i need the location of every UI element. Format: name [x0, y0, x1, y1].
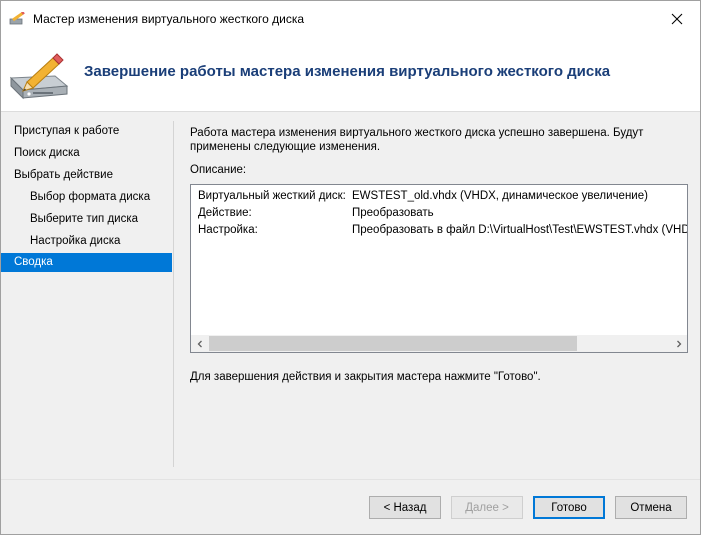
chevron-right-icon [676, 340, 681, 347]
window-title: Мастер изменения виртуального жесткого д… [33, 12, 305, 26]
summary-key: Виртуальный жесткий диск: [198, 190, 346, 202]
cancel-button[interactable]: Отмена [615, 496, 687, 519]
summary-row: Действие: Преобразовать [198, 207, 687, 223]
wizard-window: Мастер изменения виртуального жесткого д… [0, 0, 701, 535]
nav-item-choose-action[interactable]: Выбрать действие [1, 166, 172, 185]
footer-divider [1, 479, 700, 480]
nav-item-disk-type[interactable]: Выберите тип диска [1, 210, 172, 229]
summary-value: Преобразовать в файл D:\VirtualHost\Test… [352, 224, 688, 236]
summary-key: Действие: [198, 207, 252, 219]
nav-item-summary[interactable]: Сводка [1, 253, 172, 272]
nav-item-getting-started[interactable]: Приступая к работе [1, 122, 172, 141]
wizard-pencil-icon [9, 10, 25, 26]
nav-item-locate-disk[interactable]: Поиск диска [1, 144, 172, 163]
summary-row: Настройка: Преобразовать в файл D:\Virtu… [198, 224, 688, 240]
scroll-thumb[interactable] [209, 336, 577, 351]
description-label: Описание: [190, 164, 247, 176]
page-title: Завершение работы мастера изменения вирт… [84, 63, 611, 80]
summary-value: EWSTEST_old.vhdx (VHDX, динамическое уве… [352, 190, 648, 202]
chevron-left-icon [197, 340, 202, 347]
summary-row: Виртуальный жесткий диск: EWSTEST_old.vh… [198, 190, 687, 206]
scroll-left-button[interactable] [191, 335, 208, 352]
nav-item-disk-format[interactable]: Выбор формата диска [1, 188, 172, 207]
completion-message: Работа мастера изменения виртуального же… [190, 127, 644, 153]
finish-button[interactable]: Готово [533, 496, 605, 519]
next-button[interactable]: Далее > [451, 496, 523, 519]
finish-hint: Для завершения действия и закрытия масте… [190, 371, 541, 383]
nav-item-configure-disk[interactable]: Настройка диска [1, 232, 172, 251]
summary-value: Преобразовать [352, 207, 434, 219]
back-button[interactable]: < Назад [369, 496, 441, 519]
scroll-right-button[interactable] [670, 335, 687, 352]
summary-key: Настройка: [198, 224, 258, 236]
close-button[interactable] [654, 1, 700, 37]
summary-list[interactable]: Виртуальный жесткий диск: EWSTEST_old.vh… [190, 184, 688, 353]
nav-divider [173, 121, 174, 467]
wizard-steps-nav: Приступая к работе Поиск диска Выбрать д… [1, 112, 172, 470]
title-bar: Мастер изменения виртуального жесткого д… [1, 1, 700, 37]
horizontal-scrollbar[interactable] [191, 335, 687, 352]
wizard-header: Завершение работы мастера изменения вирт… [1, 37, 700, 112]
close-icon [671, 13, 683, 25]
disk-pencil-icon [9, 52, 71, 102]
